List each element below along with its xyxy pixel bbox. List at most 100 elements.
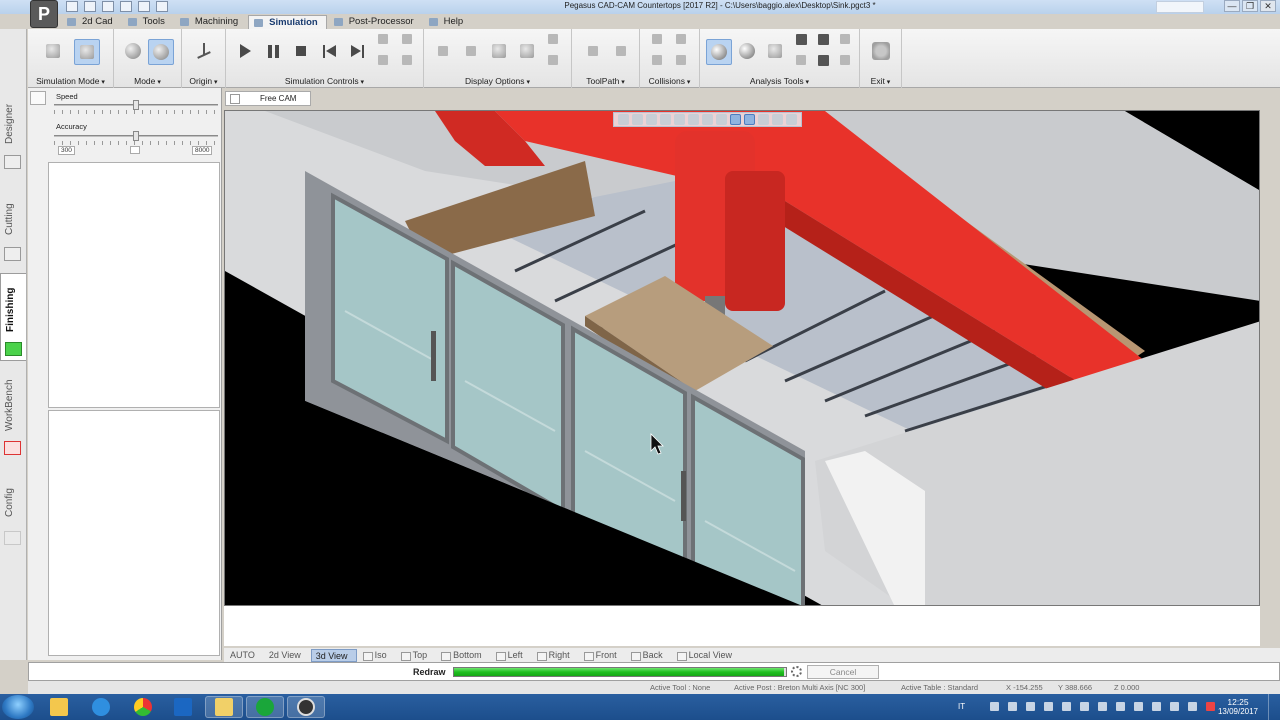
zoom-selected-icon[interactable]: [674, 114, 685, 125]
save-icon[interactable]: [102, 1, 114, 12]
tray-app-icon[interactable]: [1080, 702, 1089, 711]
collision-c-button[interactable]: [650, 53, 664, 67]
side-tab-workbench[interactable]: WorkBench: [0, 367, 26, 463]
analysis-e-button[interactable]: [816, 53, 830, 67]
mode-shaded-button[interactable]: [122, 40, 144, 62]
clock-date[interactable]: 13/09/2017: [1214, 707, 1262, 716]
group-label[interactable]: Collisions: [640, 76, 699, 86]
language-indicator[interactable]: IT: [958, 702, 965, 711]
group-label[interactable]: Display Options: [424, 76, 571, 86]
clock-time[interactable]: 12:25: [1214, 697, 1262, 707]
pan-icon[interactable]: [688, 114, 699, 125]
app-logo-button[interactable]: P: [30, 0, 58, 28]
network-icon[interactable]: [1170, 702, 1179, 711]
section-icon[interactable]: [772, 114, 783, 125]
display-tool-button[interactable]: [460, 40, 482, 62]
collision-b-button[interactable]: [674, 32, 688, 46]
tray-app-icon[interactable]: [1026, 702, 1035, 711]
maximize-button[interactable]: ❐: [1242, 0, 1258, 12]
view-2d[interactable]: 2d View: [265, 649, 309, 662]
zoom-out-icon[interactable]: [632, 114, 643, 125]
display-toolpath-button[interactable]: [432, 40, 454, 62]
minimize-panel-icon[interactable]: [120, 1, 132, 12]
close-button[interactable]: ✕: [1260, 0, 1276, 12]
settings-icon[interactable]: [786, 114, 797, 125]
analysis-stock-button[interactable]: [706, 39, 732, 65]
group-label[interactable]: Simulation Controls: [226, 76, 423, 86]
toolpath-hide-button[interactable]: [610, 40, 632, 62]
orbit-icon[interactable]: [716, 114, 727, 125]
display-option-b-button[interactable]: [546, 53, 560, 67]
redo-icon[interactable]: [156, 1, 168, 12]
step-back-button[interactable]: [376, 32, 390, 46]
view-right[interactable]: Right: [533, 649, 578, 662]
text-icon[interactable]: [744, 114, 755, 125]
show-desktop-button[interactable]: [1268, 694, 1280, 720]
tab-tools[interactable]: Tools: [123, 15, 173, 29]
view-iso[interactable]: Iso: [359, 649, 395, 662]
taskbar-outlook[interactable]: [164, 696, 202, 718]
group-label[interactable]: Simulation Mode: [28, 76, 113, 86]
group-label[interactable]: Origin: [182, 76, 225, 86]
tab-post-processor[interactable]: Post-Processor: [329, 15, 422, 29]
step-forward-button[interactable]: [400, 32, 414, 46]
view-back[interactable]: Back: [627, 649, 671, 662]
tray-app-icon[interactable]: [1008, 702, 1017, 711]
display-machine-button[interactable]: [516, 40, 538, 62]
taskbar-file-explorer[interactable]: [40, 696, 78, 718]
go-to-end-button[interactable]: [346, 40, 368, 62]
sim-mode-solid-button[interactable]: [42, 40, 64, 62]
view-front[interactable]: Front: [580, 649, 625, 662]
display-option-a-button[interactable]: [546, 32, 560, 46]
tab-simulation[interactable]: Simulation: [248, 15, 327, 29]
tray-app-icon[interactable]: [1098, 702, 1107, 711]
view-bottom[interactable]: Bottom: [437, 649, 490, 662]
cancel-button[interactable]: Cancel: [807, 665, 879, 679]
collision-d-button[interactable]: [674, 53, 688, 67]
group-label[interactable]: Analysis Tools: [700, 76, 859, 86]
tray-app-icon[interactable]: [990, 702, 999, 711]
tray-app-icon[interactable]: [1044, 702, 1053, 711]
analysis-a-button[interactable]: [794, 32, 808, 46]
tray-app-icon[interactable]: [1116, 702, 1125, 711]
tab-2d-cad[interactable]: 2d Cad: [62, 15, 121, 29]
reset-button[interactable]: [400, 53, 414, 67]
stop-button[interactable]: [290, 40, 312, 62]
collision-a-button[interactable]: [650, 32, 664, 46]
analysis-f-button[interactable]: [838, 53, 852, 67]
origin-button[interactable]: [193, 40, 215, 62]
taskbar-chrome[interactable]: [124, 696, 162, 718]
loop-button[interactable]: [376, 53, 390, 67]
analysis-measure-button[interactable]: [764, 40, 786, 62]
side-tab-config[interactable]: Config: [0, 469, 26, 557]
view-left[interactable]: Left: [492, 649, 531, 662]
side-tab-finishing[interactable]: Finishing: [0, 273, 26, 361]
analysis-compare-button[interactable]: [736, 40, 758, 62]
rotate-icon[interactable]: [702, 114, 713, 125]
start-button[interactable]: [2, 695, 34, 719]
analysis-c-button[interactable]: [838, 32, 852, 46]
bluetooth-icon[interactable]: [1134, 702, 1143, 711]
mode-rendered-button[interactable]: [148, 39, 174, 65]
play-button[interactable]: [234, 40, 256, 62]
view-top[interactable]: Top: [397, 649, 436, 662]
open-file-icon[interactable]: [84, 1, 96, 12]
measure-icon[interactable]: [758, 114, 769, 125]
toolpath-show-button[interactable]: [582, 40, 604, 62]
undo-icon[interactable]: [138, 1, 150, 12]
3d-viewport[interactable]: [224, 110, 1260, 606]
view-auto[interactable]: AUTO: [224, 649, 263, 662]
volume-icon[interactable]: [1188, 702, 1197, 711]
analysis-d-button[interactable]: [794, 53, 808, 67]
group-label[interactable]: Exit: [860, 76, 901, 86]
display-stock-button[interactable]: [488, 40, 510, 62]
group-label[interactable]: Mode: [114, 76, 181, 86]
analysis-b-button[interactable]: [816, 32, 830, 46]
taskbar-obs[interactable]: [287, 696, 325, 718]
panel-pin-icon[interactable]: [30, 91, 46, 105]
new-file-icon[interactable]: [66, 1, 78, 12]
battery-icon[interactable]: [1152, 702, 1161, 711]
tab-help[interactable]: Help: [424, 15, 472, 29]
speed-slider-thumb[interactable]: [133, 100, 139, 110]
tray-app-icon[interactable]: [1062, 702, 1071, 711]
